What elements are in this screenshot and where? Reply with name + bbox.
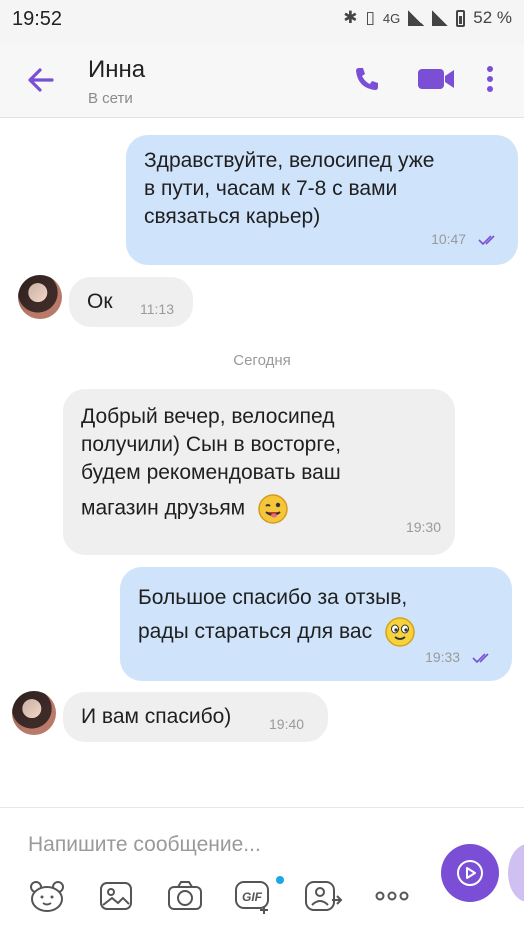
more-vertical-icon	[487, 66, 493, 92]
status-bar: 19:52 ✱ ▯ 4G 52 %	[0, 0, 524, 44]
contact-name[interactable]: Инна	[88, 56, 145, 84]
more-options-button[interactable]	[484, 64, 496, 99]
message-meta: 10:47	[431, 225, 500, 253]
message-time: 10:47	[431, 231, 467, 247]
play-circle-icon	[457, 860, 483, 886]
signal-icon	[408, 10, 425, 26]
message-text-line: Большое спасибо за отзыв,	[138, 586, 408, 609]
share-contact-button[interactable]	[304, 878, 343, 914]
message-text-line: рады стараться для вас	[138, 620, 373, 643]
message-text-line: будем рекомендовать ваш	[81, 461, 341, 484]
wink-emoji-icon	[258, 494, 288, 524]
message-bubble-outgoing[interactable]: Здравствуйте, велосипед уже в пути, часа…	[126, 135, 518, 265]
more-horizontal-icon	[375, 891, 409, 901]
contact-avatar[interactable]	[12, 691, 56, 735]
message-bubble-outgoing[interactable]: Большое спасибо за отзыв, рады стараться…	[120, 567, 512, 681]
message-text-line: Здравствуйте, велосипед уже	[144, 149, 435, 172]
call-button[interactable]	[352, 64, 382, 99]
network-type: 4G	[382, 10, 401, 26]
back-button[interactable]	[22, 62, 62, 98]
vibrate-icon: ▯	[365, 8, 375, 27]
camera-icon	[168, 881, 202, 910]
message-text-line: связаться карьер)	[144, 205, 321, 228]
message-time: 19:40	[269, 716, 305, 732]
message-list[interactable]: Здравствуйте, велосипед уже в пути, часа…	[0, 119, 524, 807]
sticker-button[interactable]	[28, 878, 64, 914]
double-check-icon	[472, 653, 489, 664]
gallery-button[interactable]	[98, 878, 134, 914]
new-indicator-dot	[276, 876, 284, 884]
message-bubble-incoming[interactable]: Добрый вечер, велосипед получили) Сын в …	[63, 389, 455, 555]
gif-icon: GIF	[235, 881, 269, 914]
signal-2-icon	[432, 10, 449, 26]
svg-text:GIF: GIF	[242, 890, 263, 904]
camera-button[interactable]	[166, 878, 202, 914]
message-text-line: магазин друзьям	[81, 496, 246, 520]
voice-button-edge[interactable]	[508, 844, 524, 902]
contact-avatar[interactable]	[18, 275, 62, 319]
arrow-left-icon	[28, 68, 54, 92]
message-text-line: получили) Сын в восторге,	[81, 433, 342, 456]
bear-sticker-icon	[30, 881, 64, 912]
message-input[interactable]	[28, 828, 408, 862]
message-time: 11:13	[140, 301, 174, 317]
message-time: 19:33	[425, 649, 461, 665]
chat-header: Инна В сети	[0, 44, 524, 118]
battery-icon	[456, 9, 466, 27]
battery-level: 52 %	[473, 8, 512, 27]
video-camera-icon	[418, 69, 454, 89]
double-check-icon	[478, 235, 495, 246]
status-icons: ✱ ▯ 4G 52 %	[343, 8, 512, 28]
date-separator: Сегодня	[233, 352, 291, 369]
message-text-line: И вам спасибо)	[81, 705, 232, 728]
message-bubble-incoming[interactable]: Ок 11:13	[69, 277, 193, 327]
contact-share-icon	[305, 881, 343, 911]
status-time: 19:52	[12, 8, 63, 30]
bluetooth-icon: ✱	[343, 8, 358, 27]
gif-button[interactable]: GIF	[234, 878, 270, 914]
message-text-line: в пути, часам к 7-8 с вами	[144, 177, 398, 200]
message-time: 19:30	[405, 519, 441, 535]
message-composer: GIF	[0, 807, 524, 932]
send-button[interactable]	[441, 844, 499, 902]
message-bubble-incoming[interactable]: И вам спасибо) 19:40	[63, 692, 328, 742]
contact-status: В сети	[88, 90, 133, 107]
more-attachments-button[interactable]	[374, 878, 410, 914]
video-call-button[interactable]	[416, 64, 456, 99]
message-meta: 19:33	[425, 643, 494, 671]
message-text-line: Ок	[87, 290, 113, 313]
message-text-line: Добрый вечер, велосипед	[81, 405, 335, 428]
image-icon	[100, 882, 132, 910]
smile-emoji-icon	[385, 617, 415, 648]
phone-icon	[356, 68, 378, 90]
